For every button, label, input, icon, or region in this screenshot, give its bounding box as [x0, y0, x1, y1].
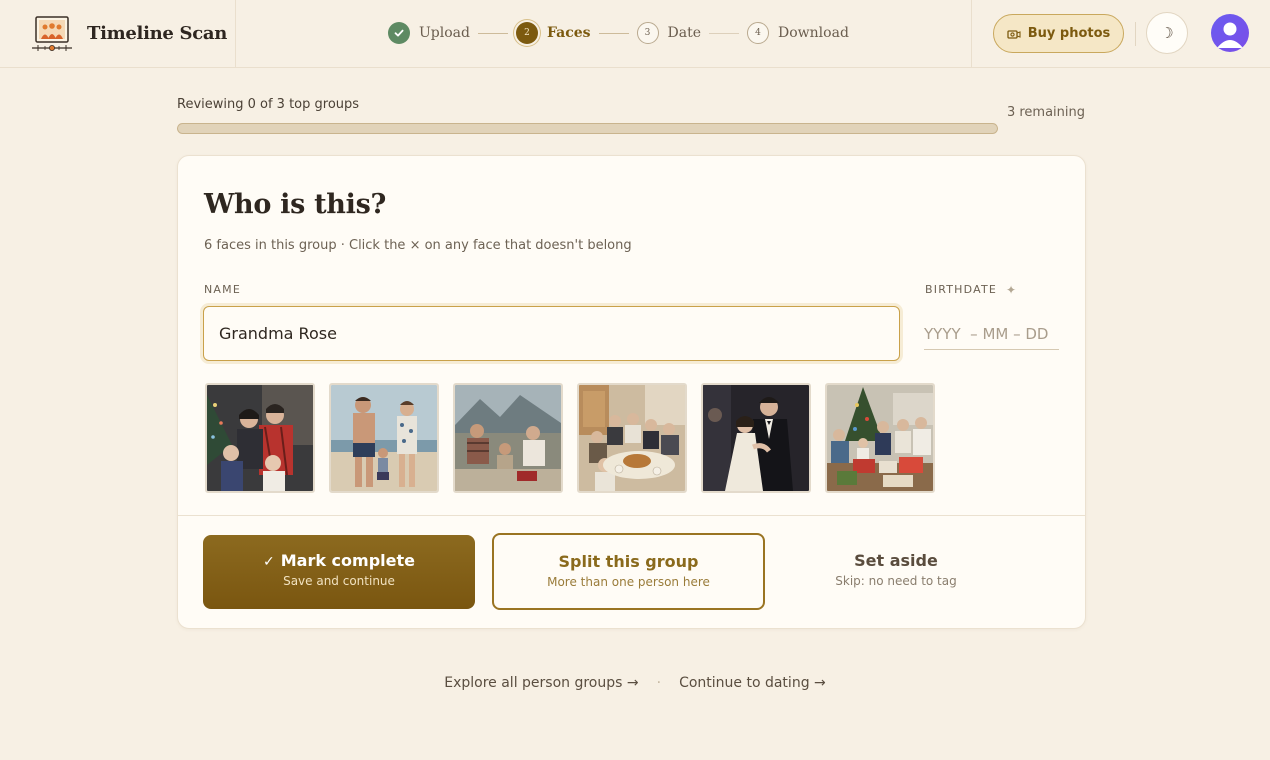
- step-label: Faces: [546, 25, 591, 41]
- header-divider: [1135, 22, 1136, 46]
- card-divider: [178, 515, 1085, 516]
- mark-complete-label: Mark complete: [280, 551, 415, 570]
- step-upload[interactable]: Upload: [388, 22, 470, 44]
- step-date[interactable]: 3 Date: [636, 22, 702, 44]
- moon-icon: ☽: [1160, 24, 1174, 42]
- link-separator: ·: [656, 675, 662, 691]
- continue-dating-link[interactable]: Continue to dating →: [679, 675, 826, 691]
- step-number: 4: [747, 22, 770, 44]
- step-connector: [598, 32, 629, 34]
- set-aside-button[interactable]: Set aside Skip: no need to tag: [782, 535, 1010, 609]
- user-icon: [1217, 22, 1243, 48]
- mark-complete-sublabel: Save and continue: [283, 574, 395, 588]
- review-progress-label: Reviewing 0 of 3 top groups: [177, 97, 360, 112]
- sparkle-icon[interactable]: ✦: [1006, 283, 1016, 297]
- face-thumbnail[interactable]: [577, 383, 687, 493]
- app-name: Timeline Scan: [87, 23, 228, 44]
- user-avatar[interactable]: [1211, 14, 1249, 52]
- step-connector: [477, 32, 508, 34]
- birthdate-input[interactable]: [924, 318, 1059, 350]
- set-aside-sublabel: Skip: no need to tag: [835, 574, 957, 588]
- split-group-label: Split this group: [558, 552, 699, 571]
- face-thumbnail[interactable]: [825, 383, 935, 493]
- checkmark-icon: [388, 22, 410, 44]
- face-thumbnail[interactable]: [329, 383, 439, 493]
- card-title: Who is this?: [204, 189, 386, 220]
- explore-groups-link[interactable]: Explore all person groups →: [444, 675, 638, 691]
- face-thumbnail[interactable]: [205, 383, 315, 493]
- split-group-sublabel: More than one person here: [547, 575, 710, 589]
- face-thumbnails: [205, 383, 949, 493]
- buy-photos-button[interactable]: Buy photos: [993, 14, 1124, 53]
- app-header: Timeline Scan Upload 2 Faces 3 Date 4 Do…: [0, 0, 1270, 68]
- step-number: 2: [515, 22, 538, 44]
- name-label: NAME: [204, 283, 241, 296]
- step-label: Download: [778, 25, 849, 41]
- timeline-logo-icon: [32, 15, 72, 51]
- brand[interactable]: Timeline Scan: [0, 0, 236, 67]
- mark-complete-button[interactable]: ✓ Mark complete Save and continue: [203, 535, 475, 609]
- step-download[interactable]: 4 Download: [747, 22, 849, 44]
- set-aside-label: Set aside: [854, 551, 938, 570]
- header-actions: Buy photos ☽: [971, 0, 1270, 67]
- face-thumbnail[interactable]: [453, 383, 563, 493]
- face-group-card: Who is this? 6 faces in this group · Cli…: [177, 155, 1086, 629]
- name-input[interactable]: [203, 306, 900, 361]
- step-label: Date: [667, 25, 702, 41]
- step-number: 3: [636, 22, 659, 44]
- checkmark-icon: ✓: [263, 554, 275, 570]
- theme-toggle-button[interactable]: ☽: [1146, 12, 1188, 54]
- step-connector: [709, 32, 740, 34]
- split-group-button[interactable]: Split this group More than one person he…: [492, 533, 765, 610]
- birthdate-label: BIRTHDATE: [925, 283, 998, 296]
- step-label: Upload: [419, 25, 470, 41]
- buy-photos-label: Buy photos: [1027, 26, 1111, 41]
- footer-links: Explore all person groups → · Continue t…: [0, 675, 1270, 691]
- step-faces[interactable]: 2 Faces: [515, 22, 591, 44]
- remaining-count: 3 remaining: [1006, 105, 1085, 120]
- face-thumbnail[interactable]: [701, 383, 811, 493]
- card-subtitle: 6 faces in this group · Click the × on a…: [204, 238, 632, 253]
- review-progress-bar: [177, 123, 998, 134]
- progress-stepper: Upload 2 Faces 3 Date 4 Download: [388, 21, 849, 45]
- photo-cart-icon: [1007, 29, 1021, 39]
